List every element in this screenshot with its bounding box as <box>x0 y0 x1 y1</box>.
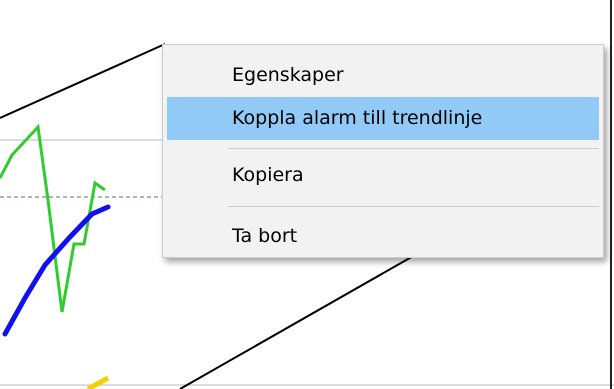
menu-separator <box>228 206 599 207</box>
trendline-lower[interactable] <box>179 254 416 389</box>
menu-separator <box>228 148 599 149</box>
yellow-series-line <box>86 375 110 389</box>
trendline-upper[interactable] <box>0 43 166 119</box>
menu-item-ta-bort[interactable]: Ta bort <box>167 215 599 258</box>
menu-item-koppla-alarm[interactable]: Koppla alarm till trendlinje <box>167 97 599 140</box>
menu-item-kopiera[interactable]: Kopiera <box>167 154 599 197</box>
menu-item-egenskaper[interactable]: Egenskaper <box>167 54 599 97</box>
context-menu: Egenskaper Koppla alarm till trendlinje … <box>162 44 604 258</box>
